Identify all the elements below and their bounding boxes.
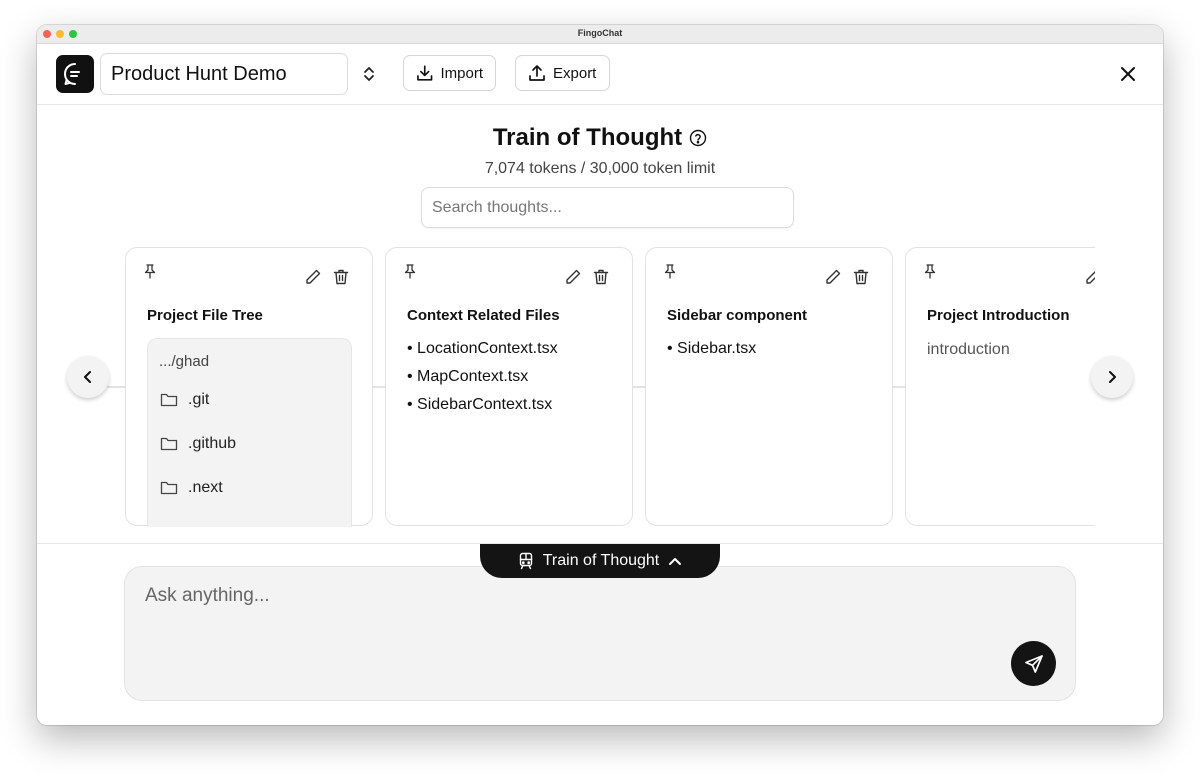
file-list: • Sidebar.tsx — [667, 339, 756, 367]
card-text: introduction — [927, 341, 1010, 358]
project-name: Product Hunt Demo — [111, 62, 287, 85]
help-circle-icon[interactable] — [689, 129, 707, 147]
app-header: Product Hunt Demo Import Export — [37, 44, 1163, 105]
panel-title: Train of Thought — [37, 124, 1163, 152]
list-item-text: SidebarContext.tsx — [417, 396, 553, 413]
chat-bubble-icon — [56, 55, 94, 93]
project-selector[interactable]: Product Hunt Demo — [100, 53, 348, 95]
send-button[interactable] — [1011, 641, 1056, 686]
search-input[interactable] — [421, 187, 794, 228]
list-item: • LocationContext.tsx — [407, 340, 558, 357]
pencil-icon[interactable] — [1084, 268, 1095, 286]
title-bar: FingoChat — [37, 25, 1163, 44]
chevron-up-down-icon[interactable] — [359, 64, 379, 84]
file-tree: .../ghad .git .github .next — [147, 338, 352, 527]
folder-name: .git — [188, 391, 210, 408]
chat-input-box — [124, 566, 1076, 701]
list-item: • SidebarContext.tsx — [407, 396, 553, 413]
pencil-icon[interactable] — [304, 268, 322, 286]
send-icon — [1024, 654, 1043, 673]
list-item-text: MapContext.tsx — [417, 368, 529, 385]
file-list: • LocationContext.tsx • MapContext.tsx •… — [407, 339, 558, 423]
thought-card[interactable]: Project File Tree .../ghad .git .github … — [125, 247, 373, 527]
thought-card[interactable]: Sidebar component • Sidebar.tsx — [645, 247, 893, 526]
list-item-text: Sidebar.tsx — [677, 340, 757, 357]
window-title: FingoChat — [577, 28, 623, 38]
train-of-thought-panel: Train of Thought 7,074 tokens / 30,000 t… — [37, 106, 1163, 543]
folder-name: .next — [188, 479, 223, 496]
folder-name: .github — [188, 435, 237, 452]
file-tree-item[interactable]: .git — [160, 391, 209, 409]
chevron-left-icon[interactable] — [67, 356, 109, 398]
close-icon[interactable] — [1117, 63, 1139, 85]
panel-title-text: Train of Thought — [492, 124, 683, 151]
card-title: Project File Tree — [147, 307, 263, 324]
thought-card[interactable]: Context Related Files • LocationContext.… — [385, 247, 633, 526]
import-label: Import — [440, 64, 483, 82]
pencil-icon[interactable] — [824, 268, 842, 286]
file-tree-item[interactable]: .github — [160, 435, 236, 453]
chat-input[interactable] — [145, 585, 965, 655]
list-item: • MapContext.tsx — [407, 368, 529, 385]
pencil-icon[interactable] — [564, 268, 582, 286]
pin-icon[interactable] — [922, 263, 938, 279]
trash-icon[interactable] — [852, 268, 870, 286]
card-title: Project Introduction — [927, 307, 1070, 324]
export-label: Export — [553, 64, 597, 82]
thought-cards: Project File Tree .../ghad .git .github … — [125, 247, 1095, 527]
download-icon — [417, 65, 433, 81]
pin-icon[interactable] — [662, 263, 678, 279]
train-of-thought-toggle[interactable]: Train of Thought — [480, 544, 720, 578]
chevron-up-icon — [669, 558, 682, 565]
list-item: • Sidebar.tsx — [667, 340, 757, 357]
pin-icon[interactable] — [402, 263, 418, 279]
thought-card[interactable]: Project Introduction introduction — [905, 247, 1095, 526]
file-tree-path: .../ghad — [159, 353, 210, 370]
export-button[interactable]: Export — [515, 55, 610, 91]
folder-icon — [160, 393, 178, 407]
chevron-right-icon[interactable] — [1091, 356, 1133, 398]
file-tree-item[interactable]: .next — [160, 479, 223, 497]
pin-icon[interactable] — [142, 263, 158, 279]
app-window: FingoChat Product Hunt Demo Import Expor… — [37, 25, 1163, 725]
card-title: Context Related Files — [407, 307, 560, 324]
token-count: 7,074 tokens / 30,000 token limit — [484, 160, 716, 177]
trash-icon[interactable] — [332, 268, 350, 286]
toggle-label: Train of Thought — [542, 552, 660, 569]
upload-icon — [529, 65, 545, 81]
folder-icon — [160, 481, 178, 495]
card-title: Sidebar component — [667, 307, 808, 324]
folder-icon — [160, 437, 178, 451]
train-icon — [519, 552, 532, 570]
trash-icon[interactable] — [592, 268, 610, 286]
list-item-text: LocationContext.tsx — [417, 340, 558, 357]
import-button[interactable]: Import — [403, 55, 496, 91]
